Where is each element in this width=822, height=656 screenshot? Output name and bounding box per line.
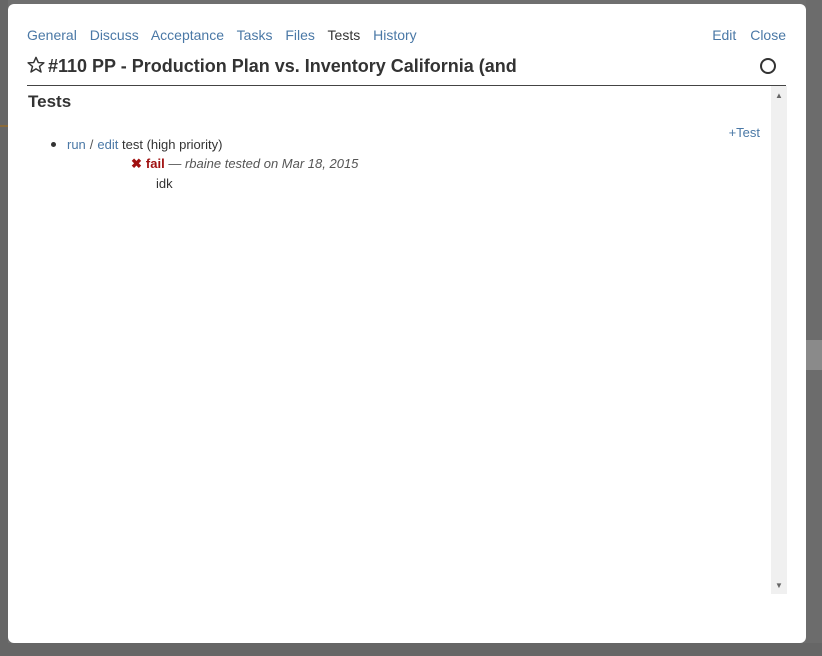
scrollbar[interactable]: ▲ ▼ — [771, 86, 787, 594]
test-result: ✖ fail — rbaine tested on Mar 18, 2015 — [131, 156, 358, 172]
ticket-title: #110 PP - Production Plan vs. Inventory … — [48, 56, 517, 76]
ticket-header: #110 PP - Production Plan vs. Inventory … — [27, 56, 786, 82]
result-dash: — — [168, 156, 182, 171]
edit-button[interactable]: Edit — [712, 27, 736, 43]
section-title: Tests — [28, 92, 72, 111]
result-note: idk — [156, 176, 173, 191]
star-icon[interactable] — [27, 56, 45, 74]
separator: / — [89, 137, 94, 152]
bg-divider — [806, 0, 822, 656]
close-button[interactable]: Close — [750, 27, 786, 43]
edit-test-link[interactable]: edit — [97, 137, 118, 152]
bg-rule — [0, 643, 822, 656]
ticket-modal: General Discuss Acceptance Tasks Files T… — [8, 4, 806, 643]
scroll-up-icon[interactable]: ▲ — [775, 91, 783, 100]
bg-divider — [0, 0, 8, 656]
tab-acceptance[interactable]: Acceptance — [151, 27, 224, 43]
status-circle-icon[interactable] — [760, 58, 776, 74]
tab-bar: General Discuss Acceptance Tasks Files T… — [27, 27, 426, 43]
tab-general[interactable]: General — [27, 27, 77, 43]
test-name: test (high priority) — [122, 137, 223, 152]
run-link[interactable]: run — [67, 137, 86, 152]
tab-tasks[interactable]: Tasks — [237, 27, 273, 43]
tests-panel: Tests +Test run / edit test (high priority… — [27, 86, 771, 594]
bg-highlight — [806, 340, 822, 370]
result-status: fail — [145, 156, 165, 171]
test-line: run / edit test (high priority) — [67, 137, 222, 152]
modal-actions: Edit Close — [702, 27, 786, 43]
add-test-button[interactable]: +Test — [729, 125, 760, 140]
bullet-icon — [51, 142, 56, 147]
bg-rule — [0, 125, 8, 127]
tab-files[interactable]: Files — [285, 27, 315, 43]
scroll-down-icon[interactable]: ▼ — [775, 581, 783, 590]
x-icon: ✖ — [131, 156, 142, 171]
tab-history[interactable]: History — [373, 27, 417, 43]
tab-tests[interactable]: Tests — [328, 27, 361, 43]
tab-discuss[interactable]: Discuss — [90, 27, 139, 43]
result-meta: rbaine tested on Mar 18, 2015 — [184, 156, 359, 171]
